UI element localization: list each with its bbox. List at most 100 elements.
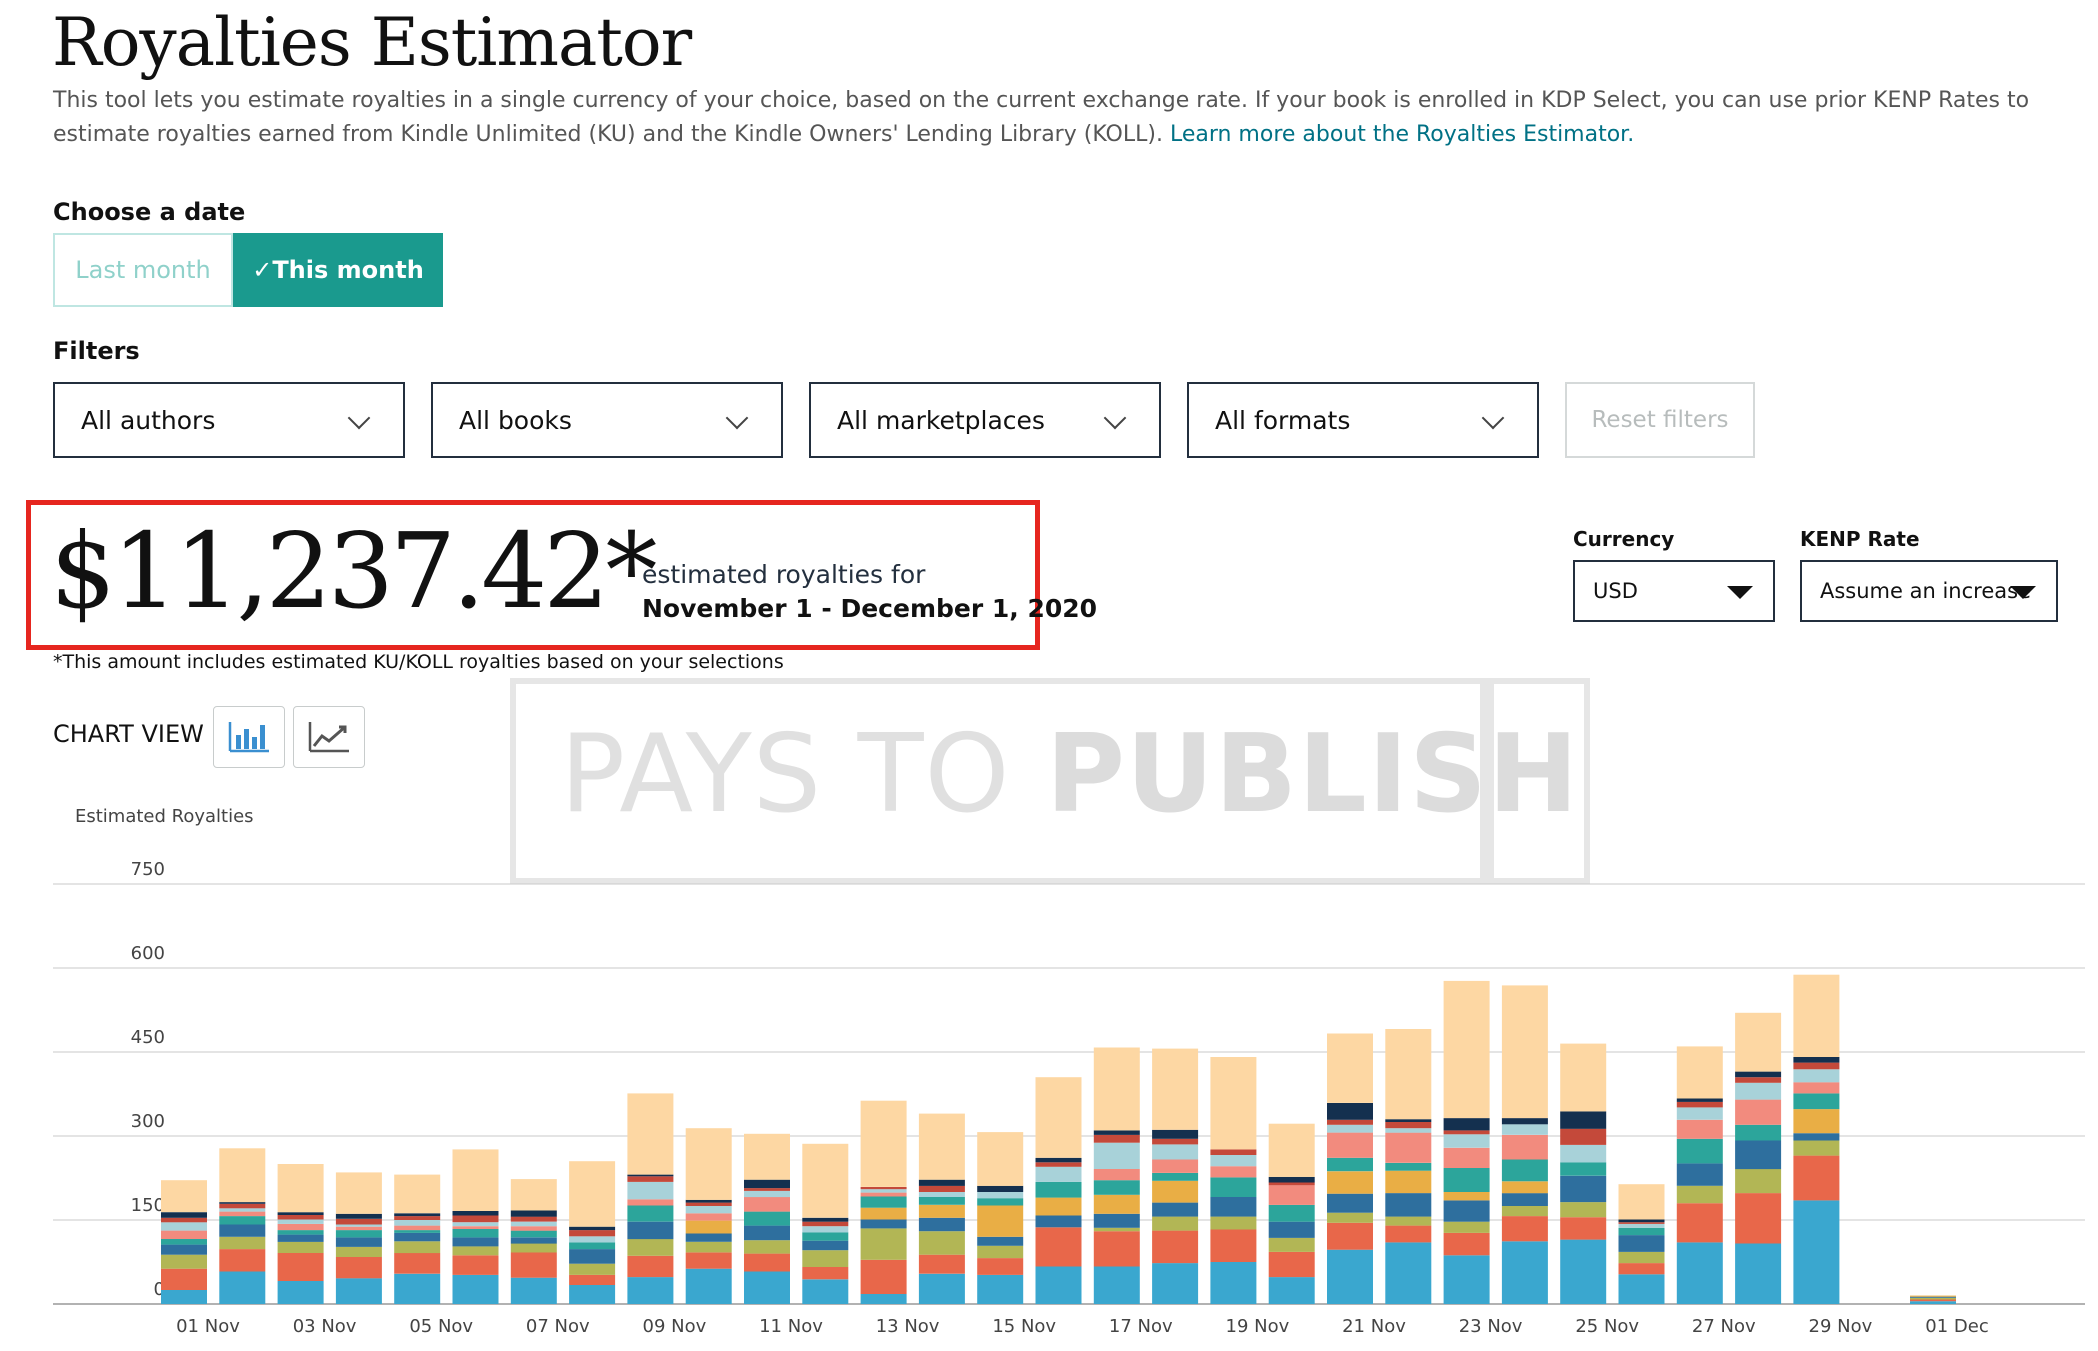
bar-segment — [1093, 1213, 1140, 1228]
bar-segment — [1152, 1202, 1199, 1217]
bar-segment — [1618, 1274, 1665, 1304]
y-tick-label: 750 — [131, 859, 165, 880]
x-tick-label: 13 Nov — [876, 1316, 940, 1337]
bar-segment — [802, 1221, 849, 1227]
bar-segment — [977, 1245, 1024, 1259]
authors-dropdown[interactable]: All authors — [53, 382, 405, 458]
bar-segment — [744, 1190, 790, 1198]
bar-segment — [1152, 1129, 1199, 1139]
bar-segment — [1210, 1197, 1257, 1217]
bar-segment — [1793, 1200, 1840, 1304]
bar-segment — [452, 1237, 499, 1247]
bar-segment — [1793, 974, 1840, 1057]
bar-segment — [1501, 1206, 1548, 1217]
currency-select[interactable]: USD — [1573, 560, 1775, 622]
bar-segment — [277, 1219, 324, 1224]
bar-segment — [219, 1208, 266, 1212]
bar-segment — [860, 1196, 907, 1208]
bar-segment — [1443, 1118, 1490, 1131]
bar-segment — [335, 1257, 382, 1279]
chevron-down-icon — [1481, 406, 1505, 430]
bar-segment — [335, 1213, 382, 1219]
bar-segment — [1093, 1266, 1140, 1304]
x-tick-label: 21 Nov — [1342, 1316, 1406, 1337]
bar-segment — [977, 1132, 1024, 1186]
bar-segment — [1910, 1297, 1956, 1300]
page-title: Royalties Estimator — [52, 4, 692, 81]
bar-segment — [219, 1211, 266, 1217]
bar-segment — [685, 1202, 732, 1206]
bar-segment — [977, 1192, 1024, 1199]
bar-segment — [1560, 1111, 1607, 1129]
bar-segment — [1327, 1222, 1373, 1250]
y-tick-label: 150 — [131, 1195, 165, 1216]
bar-segment — [161, 1254, 207, 1269]
bar-segment — [1268, 1123, 1315, 1177]
bar-segment — [219, 1203, 266, 1209]
bar-segment — [1152, 1173, 1199, 1181]
reset-filters-button[interactable]: Reset filters — [1565, 382, 1755, 458]
bar-segment — [1910, 1295, 1956, 1297]
date-label: Choose a date — [53, 198, 246, 226]
bar-segment — [1793, 1069, 1840, 1083]
bar-segment — [277, 1215, 324, 1220]
last-month-button[interactable]: Last month — [53, 233, 233, 307]
bar-segment — [1443, 980, 1490, 1119]
bar-segment — [1560, 1217, 1607, 1240]
x-tick-label: 19 Nov — [1226, 1316, 1290, 1337]
bar-segment — [977, 1198, 1024, 1206]
formats-dropdown[interactable]: All formats — [1187, 382, 1539, 458]
chevron-down-icon — [1103, 406, 1127, 430]
bar-segment — [1735, 1077, 1782, 1083]
bar-segment — [627, 1174, 674, 1177]
bar-segment — [627, 1199, 674, 1206]
bar-segment — [161, 1230, 207, 1239]
bar-segment — [1385, 1216, 1432, 1226]
line-chart-view-button[interactable] — [293, 706, 365, 768]
bar-segment — [1735, 1071, 1782, 1078]
bar-chart-view-button[interactable] — [213, 706, 285, 768]
bar-segment — [510, 1221, 557, 1227]
bar-segment — [1152, 1263, 1199, 1304]
caret-down-icon — [2010, 586, 2036, 599]
bar-segment — [1327, 1157, 1373, 1172]
chevron-down-icon — [347, 406, 371, 430]
bar-segment — [1152, 1048, 1199, 1130]
x-tick-label: 17 Nov — [1109, 1316, 1173, 1337]
this-month-button[interactable]: ✓This month — [233, 233, 443, 307]
bar-segment — [1735, 1124, 1782, 1141]
bar-segment — [1093, 1231, 1140, 1267]
royalties-caption: estimated royalties for — [642, 560, 926, 589]
bar-segment — [1093, 1194, 1140, 1214]
bar-segment — [1327, 1119, 1373, 1125]
bar-segment — [627, 1093, 674, 1175]
bar-segment — [627, 1205, 674, 1222]
filters-label: Filters — [53, 337, 140, 365]
bar-segment — [1443, 1255, 1490, 1304]
bar-segment — [802, 1232, 849, 1241]
bar-segment — [1443, 1134, 1490, 1148]
bar-segment — [335, 1172, 382, 1214]
bar-segment — [744, 1211, 790, 1226]
bar-segment — [394, 1253, 441, 1274]
bar-segment — [1268, 1221, 1315, 1238]
bar-segment — [1210, 1177, 1257, 1197]
learn-more-link[interactable]: Learn more about the Royalties Estimator… — [1170, 122, 1634, 147]
marketplaces-dropdown[interactable]: All marketplaces — [809, 382, 1161, 458]
bar-segment — [569, 1285, 616, 1304]
bar-segment — [569, 1242, 616, 1250]
books-dropdown[interactable]: All books — [431, 382, 783, 458]
bar-segment — [1385, 1119, 1432, 1122]
bar-segment — [1735, 1169, 1782, 1194]
bar-segment — [1793, 1155, 1840, 1201]
kenp-rate-select[interactable]: Assume an increase — [1800, 560, 2058, 622]
bar-segment — [394, 1216, 441, 1220]
bar-segment — [1443, 1221, 1490, 1233]
bar-segment — [161, 1217, 207, 1223]
bar-segment — [1676, 1163, 1723, 1186]
bar-segment — [394, 1232, 441, 1242]
caret-down-icon — [1727, 586, 1753, 599]
bar-segment — [1327, 1212, 1373, 1223]
bar-segment — [1793, 1082, 1840, 1094]
bar-segment — [161, 1222, 207, 1231]
